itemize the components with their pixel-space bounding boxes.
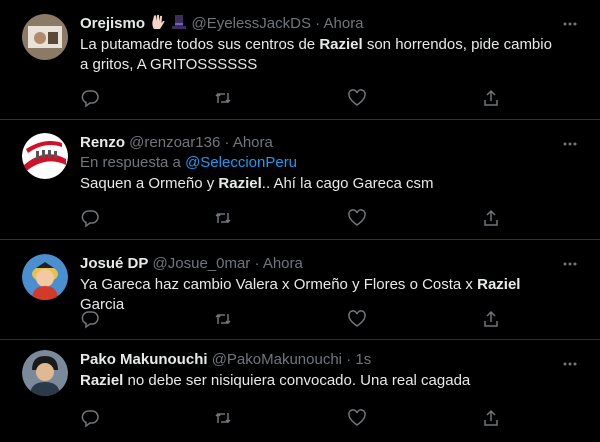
tweet-text: Saquen a Ormeño y Raziel.. Ahí la cago G… — [80, 174, 560, 194]
timestamp[interactable]: 1s — [355, 351, 371, 368]
tweet-actions — [80, 208, 510, 228]
like-icon[interactable] — [347, 88, 367, 108]
share-icon[interactable] — [481, 309, 501, 329]
handle[interactable]: @Josue_0mar — [153, 255, 251, 272]
more-options-icon[interactable] — [562, 16, 578, 32]
text-segment: no debe ser nisiquiera convocado. Una re… — [123, 372, 471, 389]
avatar[interactable] — [22, 14, 68, 60]
avatar[interactable] — [22, 350, 68, 396]
tweet-header: Renzo @renzoar136 · Ahora — [80, 133, 560, 153]
highlighted-keyword: Raziel — [477, 276, 521, 293]
handle[interactable]: @renzoar136 — [129, 134, 220, 151]
tweet[interactable]: Josué DP @Josue_0mar · Ahora Ya Gareca h… — [0, 240, 600, 340]
display-name[interactable]: Renzo — [80, 134, 125, 151]
top-hat-emoji-icon — [171, 14, 187, 30]
reply-prefix: En respuesta a — [80, 154, 186, 171]
highlighted-keyword: Raziel — [80, 372, 124, 389]
like-icon[interactable] — [347, 309, 367, 329]
tweet-header: Josué DP @Josue_0mar · Ahora — [80, 254, 560, 274]
tweet-header: Orejismo @EyelessJackDS · Ahora — [80, 14, 560, 34]
more-options-icon[interactable] — [562, 356, 578, 372]
text-segment: Ya Gareca haz cambio Valera x Ormeño y F… — [80, 276, 478, 293]
separator: · — [254, 255, 260, 272]
reply-icon[interactable] — [80, 88, 100, 108]
retweet-icon[interactable] — [213, 88, 233, 108]
share-icon[interactable] — [481, 88, 501, 108]
avatar[interactable] — [22, 133, 68, 179]
reply-icon[interactable] — [80, 408, 100, 428]
text-segment: Saquen a Ormeño y — [80, 175, 219, 192]
tweet-feed: Orejismo @EyelessJackDS · Ahora La putam… — [0, 0, 600, 442]
like-icon[interactable] — [347, 408, 367, 428]
handle[interactable]: @PakoMakunouchi — [212, 351, 342, 368]
display-name[interactable]: Orejismo — [80, 15, 145, 32]
highlighted-keyword: Raziel — [319, 36, 363, 53]
tweet-text: La putamadre todos sus centros de Raziel… — [80, 35, 560, 75]
tweet-actions — [80, 88, 510, 108]
share-icon[interactable] — [481, 408, 501, 428]
display-name[interactable]: Pako Makunouchi — [80, 351, 208, 368]
retweet-icon[interactable] — [213, 309, 233, 329]
tweet-header: Pako Makunouchi @PakoMakunouchi · 1s — [80, 350, 560, 370]
separator: · — [315, 15, 321, 32]
more-options-icon[interactable] — [562, 136, 578, 152]
tweet-actions — [80, 408, 510, 428]
retweet-icon[interactable] — [213, 408, 233, 428]
highlighted-keyword: Raziel — [218, 175, 262, 192]
retweet-icon[interactable] — [213, 208, 233, 228]
tweet-actions — [80, 309, 510, 329]
tweet-text: Raziel no debe ser nisiquiera convocado.… — [80, 371, 560, 391]
reply-icon[interactable] — [80, 208, 100, 228]
display-name[interactable]: Josué DP — [80, 255, 148, 272]
handle[interactable]: @EyelessJackDS — [192, 15, 311, 32]
like-icon[interactable] — [347, 208, 367, 228]
separator: · — [346, 351, 352, 368]
more-options-icon[interactable] — [562, 256, 578, 272]
avatar[interactable] — [22, 254, 68, 300]
timestamp[interactable]: Ahora — [324, 15, 364, 32]
mention-link[interactable]: @SeleccionPeru — [185, 154, 297, 171]
text-segment: .. Ahí la cago Gareca csm — [261, 175, 434, 192]
text-segment: La putamadre todos sus centros de — [80, 36, 320, 53]
share-icon[interactable] — [481, 208, 501, 228]
hand-emoji-icon — [151, 14, 165, 30]
timestamp[interactable]: Ahora — [233, 134, 273, 151]
tweet[interactable]: Orejismo @EyelessJackDS · Ahora La putam… — [0, 0, 600, 120]
timestamp[interactable]: Ahora — [263, 255, 303, 272]
tweet[interactable]: Renzo @renzoar136 · Ahora En respuesta a… — [0, 120, 600, 240]
separator: · — [224, 134, 230, 151]
reply-context: En respuesta a @SeleccionPeru — [80, 153, 560, 173]
reply-icon[interactable] — [80, 309, 100, 329]
tweet[interactable]: Pako Makunouchi @PakoMakunouchi · 1s Raz… — [0, 340, 600, 442]
